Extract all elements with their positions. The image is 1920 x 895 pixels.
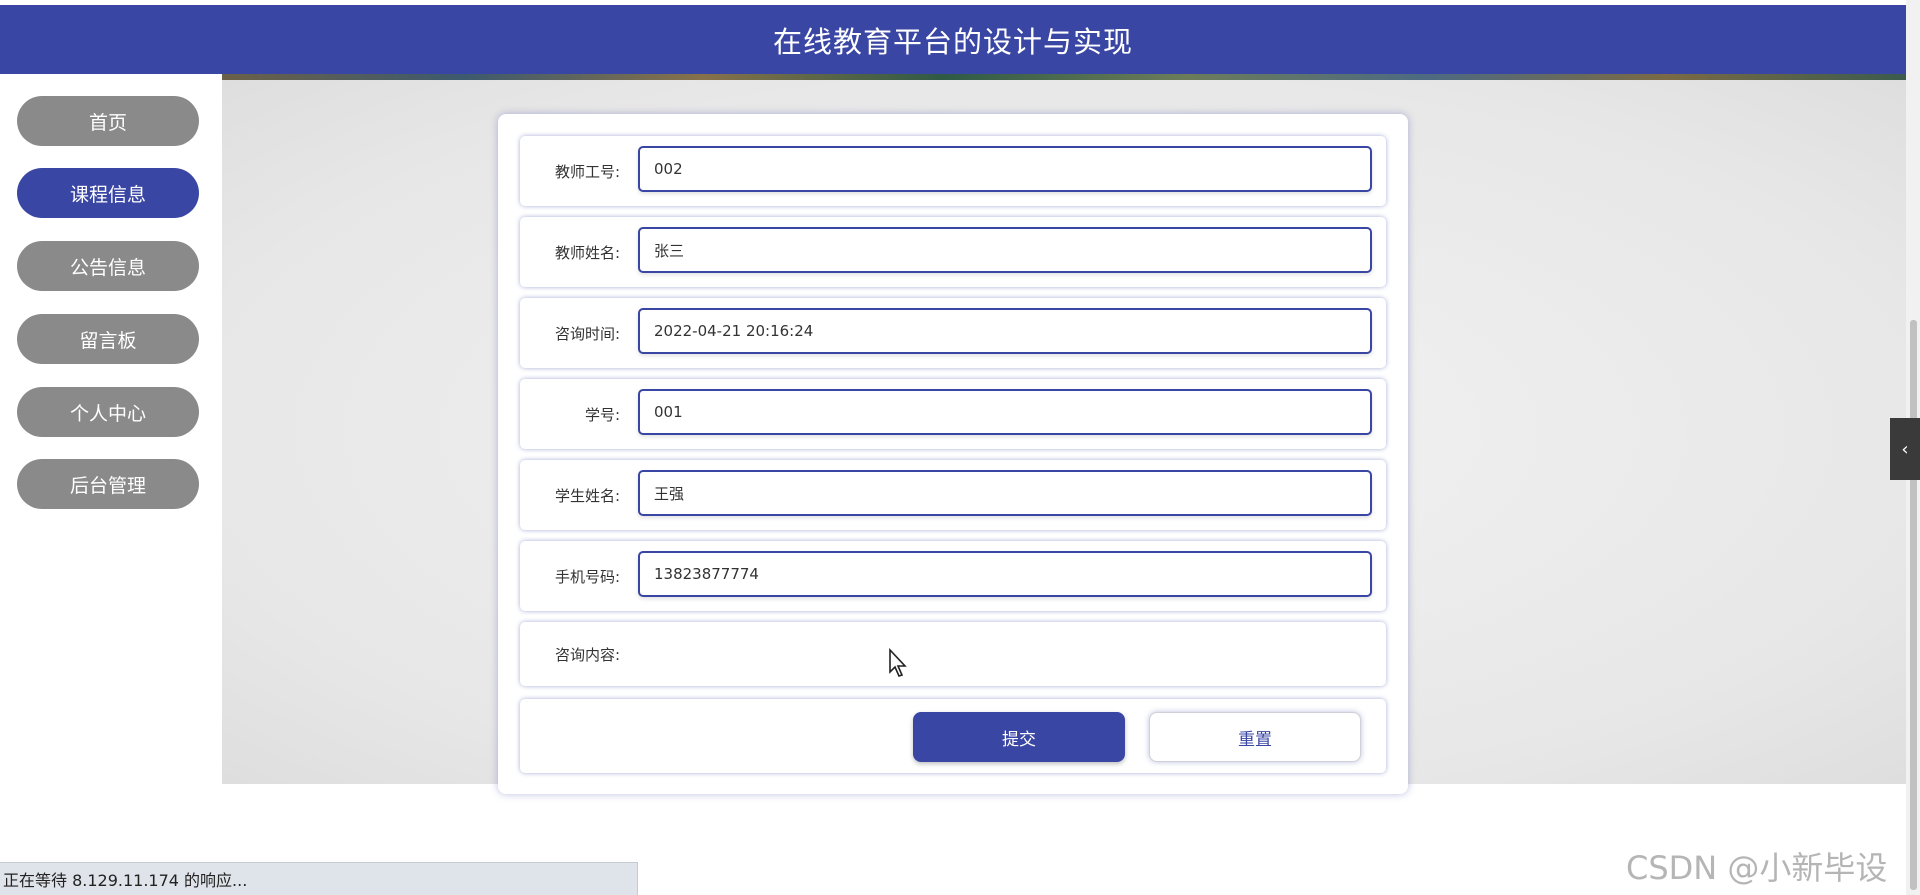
side-toggle-button[interactable]: ‹ [1890,418,1920,480]
form-row-teacher-id: 教师工号: [520,136,1386,206]
nav-item-admin[interactable]: 后台管理 [17,459,199,509]
scrollbar-thumb[interactable] [1910,320,1917,890]
nav-item-personal-center[interactable]: 个人中心 [17,387,199,437]
nav-item-home[interactable]: 首页 [17,96,199,146]
page-header: 在线教育平台的设计与实现 [0,5,1906,74]
teacher-id-input[interactable] [638,146,1372,192]
browser-status-bar: 正在等待 8.129.11.174 的响应... [0,862,638,895]
form-panel [498,114,1408,794]
status-text: 正在等待 8.129.11.174 的响应... [3,871,248,890]
form-row-teacher-name: 教师姓名: [520,217,1386,287]
form-row-student-id: 学号: [520,379,1386,449]
consult-content-label: 咨询内容: [554,645,620,664]
consult-time-label: 咨询时间: [554,324,620,343]
page-title: 在线教育平台的设计与实现 [772,24,1133,59]
consult-time-input[interactable] [638,308,1372,354]
form-row-phone: 手机号码: [520,541,1386,611]
teacher-name-input[interactable] [638,227,1372,273]
student-id-input[interactable] [638,389,1372,435]
form-row-student-name: 学生姓名: [520,460,1386,530]
nav-item-announcements[interactable]: 公告信息 [17,241,199,291]
form-row-consult-time: 咨询时间: [520,298,1386,368]
student-name-input[interactable] [638,470,1372,516]
teacher-name-label: 教师姓名: [554,243,620,262]
nav-item-message-board[interactable]: 留言板 [17,314,199,364]
student-id-label: 学号: [584,405,620,424]
sidebar: 首页 课程信息 公告信息 留言板 个人中心 后台管理 [0,74,222,784]
student-name-label: 学生姓名: [554,486,620,505]
mouse-pointer-icon [888,647,910,682]
nav-item-course-info[interactable]: 课程信息 [17,168,199,218]
phone-label: 手机号码: [554,567,620,586]
watermark: CSDN @小新毕设 [1626,849,1888,887]
reset-button[interactable]: 重置 [1149,712,1361,762]
teacher-id-label: 教师工号: [554,162,620,181]
submit-button[interactable]: 提交 [913,712,1125,762]
phone-input[interactable] [638,551,1372,597]
form-row-consult-content: 咨询内容: [520,622,1386,686]
chevron-left-icon: ‹ [1901,438,1909,460]
